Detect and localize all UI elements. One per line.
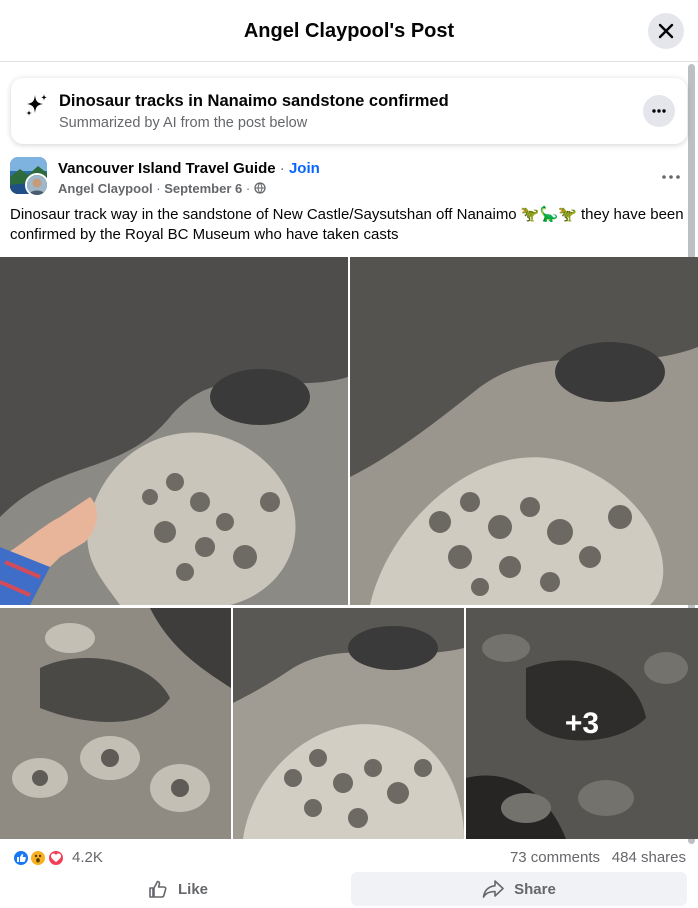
group-name-link[interactable]: Vancouver Island Travel Guide <box>58 160 276 177</box>
rock-track-image <box>233 608 464 839</box>
ai-summary-more-button[interactable] <box>643 95 675 127</box>
post-date-link[interactable]: September 6 <box>164 181 242 196</box>
ai-summary-title: Dinosaur tracks in Nanaimo sandstone con… <box>59 92 449 110</box>
dialog-header: Angel Claypool's Post <box>0 0 698 62</box>
reactions-count[interactable]: 4.2K <box>72 849 103 866</box>
separator-dot: · <box>279 160 285 177</box>
separator-dot: · <box>156 181 161 196</box>
photo-2[interactable] <box>350 257 698 605</box>
share-button[interactable]: Share <box>351 872 687 906</box>
post-header: Vancouver Island Travel Guide · Join Ang… <box>10 157 686 199</box>
post-text: Dinosaur track way in the sandstone of N… <box>10 206 684 243</box>
dialog-title: Angel Claypool's Post <box>243 20 455 42</box>
rock-track-image <box>0 257 348 605</box>
shares-count[interactable]: 484 shares <box>612 849 686 866</box>
author-name-link[interactable]: Angel Claypool <box>58 181 153 196</box>
ai-summary-card[interactable]: Dinosaur tracks in Nanaimo sandstone con… <box>11 78 687 144</box>
rock-track-image <box>350 257 698 605</box>
like-outline-icon <box>149 880 167 898</box>
rock-track-image <box>0 608 231 839</box>
photo-4[interactable] <box>233 608 464 839</box>
wow-icon <box>29 849 47 867</box>
photo-3[interactable] <box>0 608 231 839</box>
more-photos-overlay[interactable]: +3 <box>466 608 698 839</box>
post-meta: Angel Claypool · September 6 · <box>58 181 266 196</box>
globe-icon <box>254 182 266 194</box>
photo-5[interactable]: +3 <box>466 608 698 839</box>
group-name-line: Vancouver Island Travel Guide · Join <box>58 160 320 177</box>
separator-dot: · <box>245 181 251 196</box>
user-avatar-image <box>27 175 47 195</box>
like-label: Like <box>177 880 208 898</box>
share-icon <box>482 880 504 898</box>
join-button[interactable]: Join <box>289 160 320 177</box>
post-more-button[interactable] <box>658 167 684 187</box>
reactions-row: 4.2K 73 comments 484 shares <box>12 846 686 870</box>
more-horizontal-icon <box>652 109 666 113</box>
comments-count[interactable]: 73 comments <box>510 849 600 866</box>
love-icon <box>47 849 65 867</box>
close-icon <box>658 23 674 39</box>
like-icon <box>12 849 30 867</box>
sparkle-icon <box>26 94 47 116</box>
close-button[interactable] <box>648 13 684 49</box>
more-horizontal-icon <box>662 175 680 179</box>
like-button[interactable]: Like <box>12 872 344 906</box>
avatar[interactable] <box>25 173 49 197</box>
photo-1[interactable] <box>0 257 348 605</box>
ai-summary-subtitle: Summarized by AI from the post below <box>59 115 308 131</box>
share-label: Share <box>514 880 556 898</box>
